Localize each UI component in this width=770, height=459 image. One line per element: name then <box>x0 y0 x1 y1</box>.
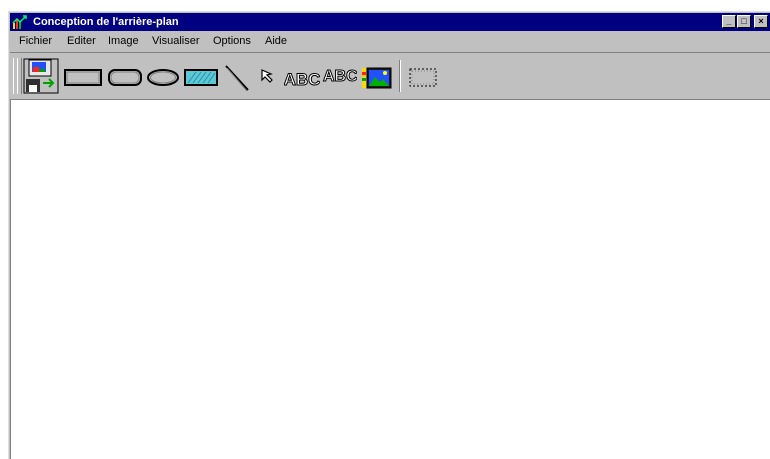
save-image-icon <box>23 58 59 94</box>
menu-visualiser[interactable]: Visualiser <box>152 35 200 48</box>
line-tool[interactable] <box>222 58 252 94</box>
menu-options[interactable]: Options <box>213 35 251 48</box>
ellipse-icon <box>145 58 181 94</box>
curved-text-icon: ABC <box>321 58 358 94</box>
curved-text-tool-label: ABC <box>323 68 357 85</box>
drawing-canvas[interactable] <box>10 99 770 459</box>
text-tool-label: ABC <box>284 70 320 89</box>
menu-fichier[interactable]: Fichier <box>19 35 52 48</box>
filled-rectangle-icon <box>182 58 220 94</box>
window-title: Conception de l'arrière-plan <box>33 16 179 28</box>
title-bar[interactable]: Conception de l'arrière-plan _ □ × <box>10 13 770 31</box>
maximize-button[interactable]: □ <box>737 15 751 28</box>
curved-text-tool[interactable]: ABC <box>321 58 358 94</box>
pointer-tool[interactable] <box>257 58 281 94</box>
toolbar: ABC ABC <box>10 52 770 99</box>
menu-editer[interactable]: Editer <box>67 35 96 48</box>
menu-image[interactable]: Image <box>108 35 139 48</box>
rectangle-tool[interactable] <box>62 58 104 94</box>
text-icon: ABC <box>284 58 320 94</box>
menu-aide[interactable]: Aide <box>265 35 287 48</box>
app-icon[interactable] <box>12 14 28 30</box>
minimize-button[interactable]: _ <box>722 15 736 28</box>
save-image-tool[interactable] <box>23 58 59 94</box>
rectangle-icon <box>62 58 104 94</box>
selection-rectangle-icon <box>404 58 440 94</box>
toolbar-separator <box>399 60 401 92</box>
line-icon <box>222 58 252 94</box>
menu-bar: Fichier Editer Image Visualiser Options … <box>10 32 770 51</box>
text-tool[interactable]: ABC <box>284 58 320 94</box>
ellipse-tool[interactable] <box>145 58 181 94</box>
picture-tool[interactable] <box>359 58 395 94</box>
rounded-rectangle-tool[interactable] <box>106 58 144 94</box>
svg-text:ABC: ABC <box>323 68 357 85</box>
application-window: Conception de l'arrière-plan _ □ × Fichi… <box>8 11 770 459</box>
pointer-arrow-icon <box>257 58 281 94</box>
close-button[interactable]: × <box>754 15 768 28</box>
rounded-rectangle-icon <box>106 58 144 94</box>
filled-rectangle-tool[interactable] <box>182 58 220 94</box>
picture-icon <box>359 58 395 94</box>
toolbar-grip-secondary[interactable] <box>17 58 22 94</box>
selection-tool[interactable] <box>404 58 440 94</box>
